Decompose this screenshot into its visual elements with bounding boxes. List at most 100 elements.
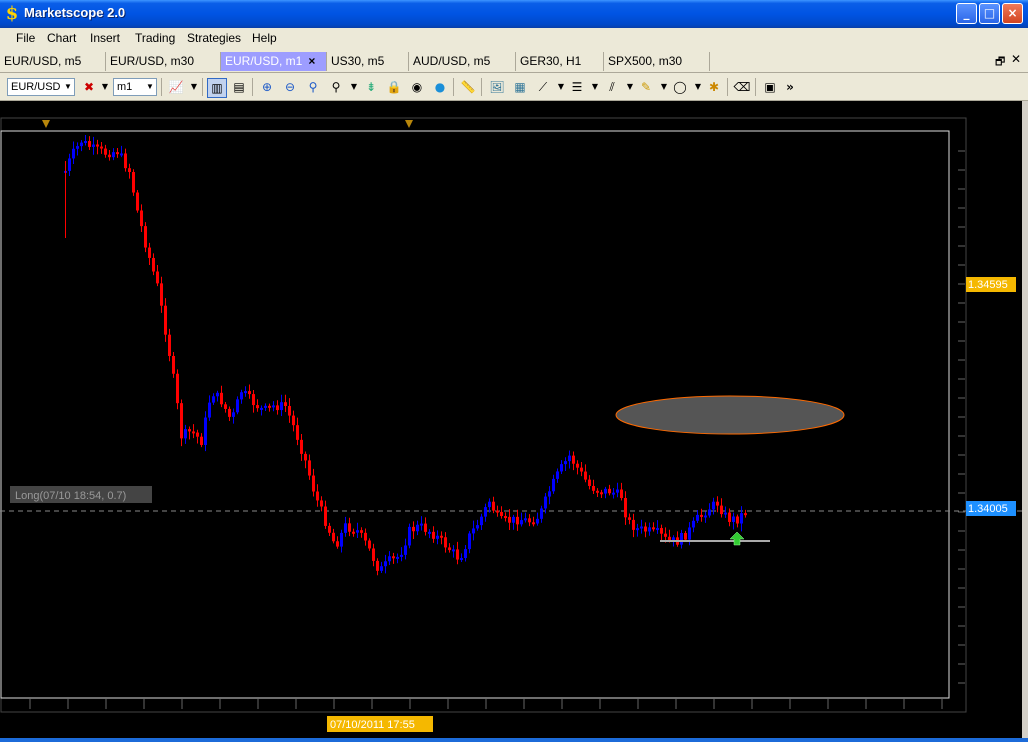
dropdown-arrow-icon[interactable]: ▼	[185, 78, 203, 96]
tab-spx500-m30[interactable]: SPX500, m30	[604, 52, 710, 71]
menu-help[interactable]: Help	[252, 31, 277, 45]
candle-body	[556, 471, 559, 479]
candle-body	[504, 516, 507, 519]
candle-body	[400, 554, 403, 557]
candle-body	[708, 509, 711, 516]
candle-body	[72, 148, 75, 159]
bars-view-icon[interactable]: ▤	[230, 78, 248, 96]
candle-body	[436, 535, 439, 539]
minimize-button[interactable]: _	[956, 3, 977, 24]
candle-body	[688, 527, 691, 540]
candle-body	[108, 154, 111, 158]
candle-body	[636, 528, 639, 531]
lock-icon[interactable]: 🔒	[385, 78, 403, 96]
candle-body	[680, 532, 683, 545]
toolbar-overflow-icon[interactable]: »	[781, 78, 799, 96]
menu-trading[interactable]: Trading	[135, 31, 175, 45]
symbol-value: EUR/USD	[11, 81, 61, 93]
candle-body	[104, 148, 107, 155]
candle-body	[460, 558, 463, 561]
candle-body	[444, 537, 447, 548]
candle-body	[512, 516, 515, 523]
candle-body	[524, 518, 527, 521]
candle-body	[316, 491, 319, 501]
candle-body	[264, 405, 267, 408]
symbol-select[interactable]: EUR/USD ▼	[7, 78, 75, 96]
chart-type-icon[interactable]: 📈	[167, 78, 185, 96]
menu-insert[interactable]: Insert	[90, 31, 120, 45]
toolbar-separator	[727, 78, 728, 96]
candle-body	[596, 490, 599, 493]
candle-body	[652, 527, 655, 530]
candle-body	[684, 532, 687, 540]
restore-window-icon[interactable]: 🗗	[995, 53, 1005, 72]
candle-body	[628, 517, 631, 520]
candle-body	[68, 158, 71, 171]
tab-eurusd-m30[interactable]: EUR/USD, m30	[106, 52, 221, 71]
candle-body	[276, 405, 279, 411]
zoom-fit-icon[interactable]: ⚲	[304, 78, 322, 96]
zoom-out-icon[interactable]: ⊖	[281, 78, 299, 96]
toolbar-separator	[252, 78, 253, 96]
candles-view-icon[interactable]: ▥	[207, 78, 227, 98]
candle-body	[528, 518, 531, 523]
price-chart[interactable]: Long(07/10 18:54, 0.7) 1.34595 1.34005 0…	[0, 101, 1022, 742]
candle-body	[424, 523, 427, 532]
scroll-to-end-icon[interactable]: ⇟	[362, 78, 380, 96]
ellipse-tool-icon[interactable]: ◯	[671, 78, 689, 96]
candle-body	[724, 512, 727, 515]
ellipse-annotation[interactable]	[615, 395, 845, 435]
candle-body	[608, 488, 611, 494]
candle-body	[196, 432, 199, 437]
menu-strategies[interactable]: Strategies	[187, 31, 241, 45]
candle-body	[344, 523, 347, 533]
globe-icon[interactable]: ●	[431, 78, 449, 96]
properties-icon[interactable]: ▣	[761, 78, 779, 96]
candle-body	[648, 527, 651, 532]
dropdown-arrow-icon[interactable]: ▼	[96, 78, 114, 96]
fibonacci-icon[interactable]: ☰	[568, 78, 586, 96]
lines-tool-icon[interactable]: ⟋	[534, 78, 552, 96]
eraser-icon[interactable]: ⌫	[733, 78, 751, 96]
tab-label: GER30, H1	[520, 54, 582, 68]
dropdown-arrow-icon[interactable]: ▼	[345, 78, 363, 96]
tab-eurusd-m1[interactable]: EUR/USD, m1 ×	[221, 52, 327, 71]
candle-body	[228, 408, 231, 417]
insert-image-icon[interactable]: 🖼	[488, 78, 506, 96]
tab-eurusd-m5[interactable]: EUR/USD, m5	[0, 52, 106, 71]
menu-file[interactable]: File	[16, 31, 35, 45]
text-tool-icon[interactable]: ✱	[705, 78, 723, 96]
candle-body	[132, 172, 135, 193]
zoom-in-icon[interactable]: ⊕	[258, 78, 276, 96]
eye-icon[interactable]: ◉	[408, 78, 426, 96]
candle-body	[376, 560, 379, 571]
insert-panel-icon[interactable]: ▦	[511, 78, 529, 96]
close-chart-icon[interactable]: ✕	[1011, 52, 1021, 66]
candle-body	[192, 431, 195, 434]
ruler-icon[interactable]: 📏	[459, 78, 477, 96]
tab-ger30-h1[interactable]: GER30, H1	[516, 52, 604, 71]
dropdown-arrow-icon[interactable]: ▼	[586, 78, 604, 96]
candle-body	[112, 152, 115, 158]
maximize-button[interactable]: □	[979, 3, 1000, 24]
tab-audusd-m5[interactable]: AUD/USD, m5	[409, 52, 516, 71]
menu-chart[interactable]: Chart	[47, 31, 76, 45]
candle-body	[268, 405, 271, 408]
candle-body	[180, 403, 183, 439]
close-button[interactable]: ×	[1002, 3, 1023, 24]
channel-tool-icon[interactable]: ⫽	[603, 78, 621, 96]
zoom-range-icon[interactable]: ⚲	[327, 78, 345, 96]
candle-body	[360, 530, 363, 533]
pencil-icon[interactable]: ✎	[637, 78, 655, 96]
timeframe-select[interactable]: m1 ▼	[113, 78, 157, 96]
candle-body	[532, 522, 535, 525]
candle-body	[428, 531, 431, 534]
taskbar-strip	[0, 738, 1028, 742]
candle-body	[176, 373, 179, 404]
chart-panel[interactable]: Long(07/10 18:54, 0.7) 1.34595 1.34005 0…	[0, 101, 1022, 742]
candle-body	[88, 141, 91, 147]
candle-body	[284, 402, 287, 406]
tab-close-icon[interactable]: ×	[308, 54, 315, 68]
candle-body	[568, 455, 571, 462]
tab-us30-m5[interactable]: US30, m5	[327, 52, 409, 71]
